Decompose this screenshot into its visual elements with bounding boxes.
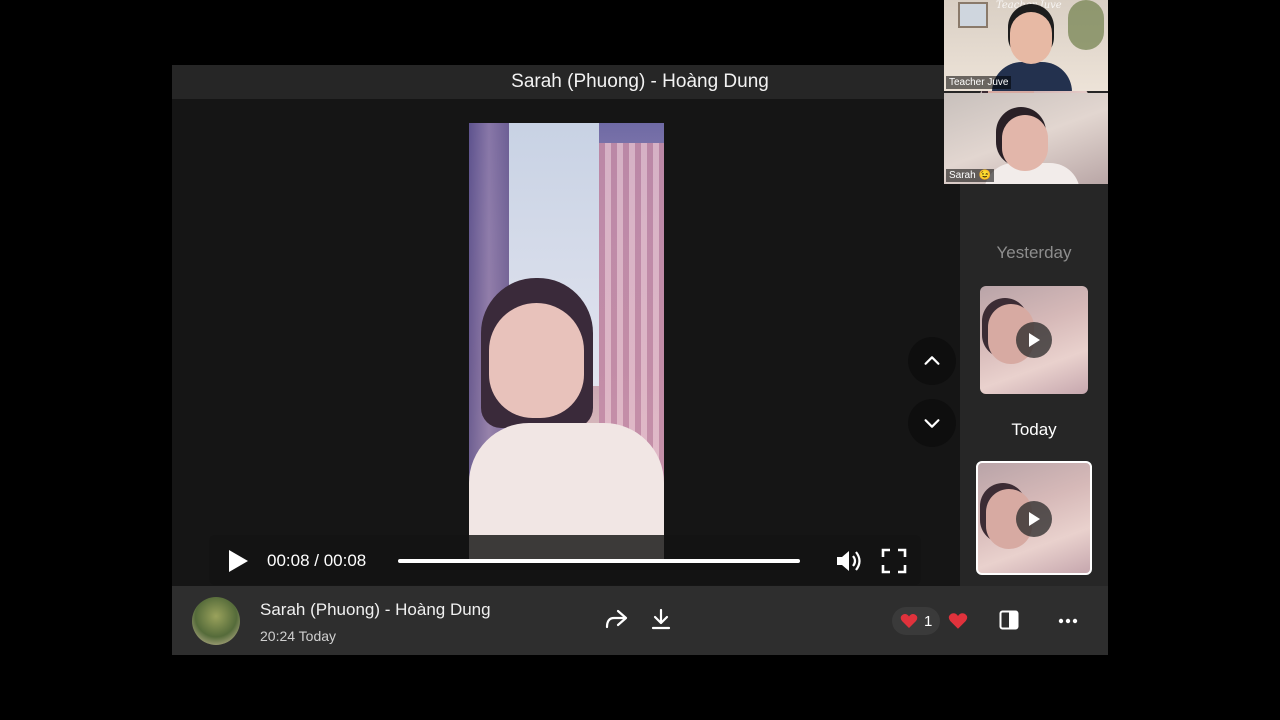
play-icon: [1029, 333, 1040, 347]
section-label-today: Today: [1011, 420, 1057, 439]
download-button[interactable]: [651, 608, 671, 630]
seek-bar[interactable]: [398, 559, 800, 563]
background-text: Teacher Juve: [996, 0, 1062, 11]
heart-icon: [948, 613, 968, 629]
react-button[interactable]: [948, 612, 968, 630]
more-icon: [1058, 618, 1078, 624]
participant-name: Sarah 😉: [946, 169, 994, 182]
download-icon: [651, 608, 671, 630]
video-stage: 00:08 / 00:08: [172, 99, 960, 586]
chevron-up-icon: [924, 356, 940, 365]
playback-time: 00:08 / 00:08: [267, 551, 367, 570]
next-media-button[interactable]: [908, 399, 956, 447]
participant-video-teacher: Teacher Juve Teacher Juve: [944, 0, 1108, 91]
media-thumbnail-selected[interactable]: [976, 461, 1092, 575]
play-button[interactable]: [227, 549, 249, 573]
participant-name: Teacher Juve: [946, 76, 1012, 89]
reaction-count: 1: [924, 612, 933, 630]
heart-icon: [900, 614, 918, 628]
volume-button[interactable]: [835, 548, 863, 579]
sidebar-toggle-icon: [999, 610, 1019, 630]
participant-video-student: Sarah 😉: [944, 93, 1108, 184]
video-frame[interactable]: [469, 123, 664, 561]
avatar[interactable]: [192, 597, 240, 645]
media-thumbnail[interactable]: [980, 286, 1088, 394]
thumbnail-play-button[interactable]: [1016, 322, 1052, 358]
sender-name: Sarah (Phuong) - Hoàng Dung: [260, 600, 491, 619]
sent-timestamp: 20:24 Today: [260, 628, 337, 644]
play-icon: [229, 550, 248, 572]
reaction-summary[interactable]: 1: [892, 607, 941, 635]
fullscreen-icon: [881, 548, 907, 574]
toggle-sidebar-button[interactable]: [999, 610, 1019, 630]
section-label-yesterday: Yesterday: [996, 243, 1072, 262]
previous-media-button[interactable]: [908, 337, 956, 385]
more-options-button[interactable]: [1058, 618, 1078, 624]
chevron-down-icon: [924, 419, 940, 428]
thumbnail-play-button[interactable]: [1016, 501, 1052, 537]
share-icon: [605, 609, 628, 629]
volume-icon: [837, 551, 861, 571]
media-info-bar: Sarah (Phuong) - Hoàng Dung 20:24 Today …: [172, 586, 1108, 655]
play-icon: [1029, 512, 1040, 526]
video-controls: 00:08 / 00:08: [209, 535, 921, 585]
share-button[interactable]: [604, 608, 628, 630]
fullscreen-button[interactable]: [881, 548, 907, 579]
